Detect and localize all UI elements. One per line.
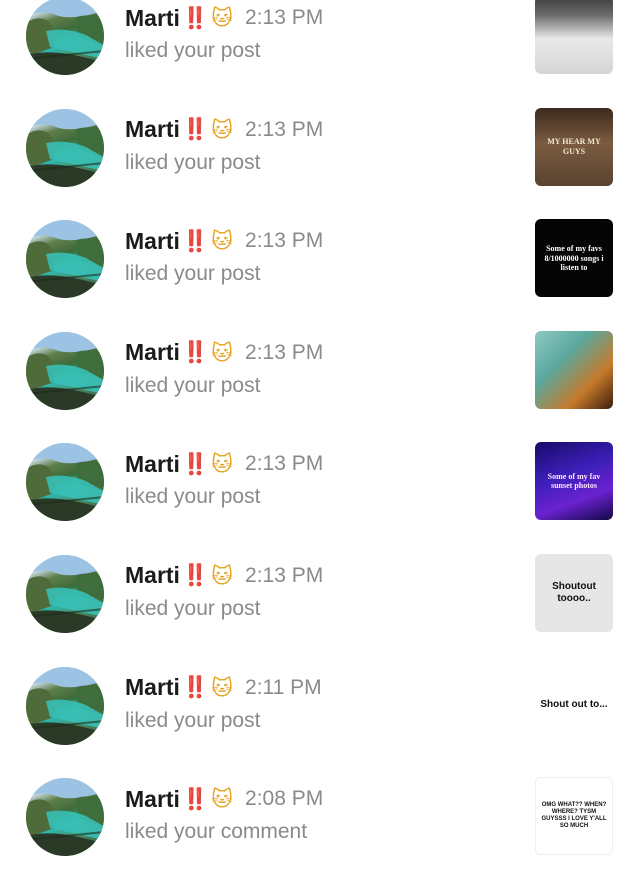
cat-emoji: 🐱: [211, 563, 234, 588]
timestamp: 2:13 PM: [245, 229, 324, 253]
username[interactable]: Marti: [125, 5, 180, 32]
username[interactable]: Marti: [125, 451, 180, 478]
thumbnail-caption: MY HEAR MY GUYS: [547, 137, 601, 156]
notification-list: Marti ‼️ 🐱 2:13 PM liked your post Marti…: [0, 0, 640, 873]
landscape-photo-icon: [26, 220, 104, 299]
landscape-photo-icon: [26, 443, 104, 522]
avatar[interactable]: [26, 666, 104, 745]
thumbnail-caption: Shoutout toooo..: [552, 581, 596, 604]
thumbnail-caption: Some of my favs 8/1000000 songs i listen…: [544, 244, 604, 272]
cat-emoji: 🐱: [211, 452, 234, 477]
cat-emoji: 🐱: [211, 675, 234, 700]
double-exclamation-emoji: ‼️: [181, 340, 208, 365]
timestamp: 2:13 PM: [245, 6, 324, 29]
username[interactable]: Marti: [125, 674, 180, 701]
cat-emoji: 🐱: [211, 6, 234, 30]
activity-text: liked your comment: [125, 820, 308, 844]
double-exclamation-emoji: ‼️: [181, 675, 208, 700]
landscape-photo-icon: [26, 331, 104, 410]
avatar[interactable]: [26, 443, 104, 522]
notification-row[interactable]: Marti ‼️ 🐱 2:13 PM liked your post Some …: [0, 426, 640, 538]
post-thumbnail[interactable]: [535, 0, 613, 74]
avatar[interactable]: [26, 0, 104, 75]
cat-emoji: 🐱: [211, 340, 234, 365]
activity-text: liked your post: [125, 39, 261, 62]
activity-text: liked your post: [125, 373, 261, 397]
thumbnail-caption: Shout out to...: [540, 698, 608, 710]
name-line: Marti ‼️ 🐱 2:13 PM: [125, 112, 323, 148]
name-line: Marti ‼️ 🐱 2:13 PM: [125, 223, 323, 259]
post-thumbnail[interactable]: Shoutout toooo..: [535, 553, 613, 632]
avatar[interactable]: [26, 220, 104, 299]
notification-row[interactable]: Marti ‼️ 🐱 2:13 PM liked your post Shout…: [0, 538, 640, 650]
notification-row[interactable]: Marti ‼️ 🐱 2:13 PM liked your post MY HE…: [0, 92, 640, 204]
name-line: Marti ‼️ 🐱 2:13 PM: [125, 0, 323, 36]
landscape-photo-icon: [26, 0, 104, 75]
activity-text: liked your post: [125, 485, 261, 509]
name-line: Marti ‼️ 🐱 2:13 PM: [125, 558, 323, 594]
timestamp: 2:08 PM: [245, 787, 324, 811]
activity-text: liked your post: [125, 262, 261, 286]
post-thumbnail[interactable]: Some of my fav sunset photos: [535, 442, 613, 521]
notification-row[interactable]: Marti ‼️ 🐱 2:13 PM liked your post: [0, 315, 640, 427]
landscape-photo-icon: [26, 554, 104, 633]
avatar[interactable]: [26, 331, 104, 410]
landscape-photo-icon: [26, 108, 104, 187]
avatar[interactable]: [26, 554, 104, 633]
avatar[interactable]: [26, 778, 104, 857]
name-line: Marti ‼️ 🐱 2:11 PM: [125, 670, 322, 706]
timestamp: 2:13 PM: [245, 340, 324, 364]
notification-row[interactable]: Marti ‼️ 🐱 2:11 PM liked your post Shout…: [0, 650, 640, 762]
double-exclamation-emoji: ‼️: [181, 563, 208, 588]
double-exclamation-emoji: ‼️: [181, 786, 208, 811]
notification-row[interactable]: Marti ‼️ 🐱 2:13 PM liked your post Some …: [0, 203, 640, 315]
timestamp: 2:11 PM: [245, 675, 322, 699]
activity-text: liked your post: [125, 150, 261, 174]
name-line: Marti ‼️ 🐱 2:13 PM: [125, 335, 323, 371]
double-exclamation-emoji: ‼️: [181, 451, 208, 476]
username[interactable]: Marti: [125, 228, 180, 255]
double-exclamation-emoji: ‼️: [181, 228, 208, 253]
username[interactable]: Marti: [125, 786, 180, 813]
name-line: Marti ‼️ 🐱 2:13 PM: [125, 446, 323, 482]
post-thumbnail[interactable]: OMG WHAT?? WHEN? WHERE? TYSM GUYSSS I LO…: [535, 777, 613, 856]
thumbnail-caption: Some of my fav sunset photos: [547, 472, 601, 491]
post-thumbnail[interactable]: MY HEAR MY GUYS: [535, 107, 613, 186]
username[interactable]: Marti: [125, 339, 180, 366]
activity-text: liked your post: [125, 708, 261, 732]
notification-row[interactable]: Marti ‼️ 🐱 2:08 PM liked your comment OM…: [0, 761, 640, 873]
timestamp: 2:13 PM: [245, 452, 324, 476]
timestamp: 2:13 PM: [245, 117, 324, 141]
name-line: Marti ‼️ 🐱 2:08 PM: [125, 781, 323, 817]
post-thumbnail[interactable]: Shout out to...: [535, 665, 613, 744]
double-exclamation-emoji: ‼️: [181, 117, 208, 142]
cat-emoji: 🐱: [211, 229, 234, 254]
username[interactable]: Marti: [125, 116, 180, 143]
cat-emoji: 🐱: [211, 787, 234, 812]
double-exclamation-emoji: ‼️: [181, 5, 208, 30]
activity-text: liked your post: [125, 596, 261, 620]
cat-emoji: 🐱: [211, 117, 234, 142]
timestamp: 2:13 PM: [245, 563, 324, 587]
landscape-photo-icon: [26, 666, 104, 745]
thumbnail-caption: OMG WHAT?? WHEN? WHERE? TYSM GUYSSS I LO…: [541, 802, 607, 830]
notification-row[interactable]: Marti ‼️ 🐱 2:13 PM liked your post: [0, 0, 640, 92]
post-thumbnail[interactable]: Some of my favs 8/1000000 songs i listen…: [535, 219, 613, 298]
avatar[interactable]: [26, 108, 104, 187]
landscape-photo-icon: [26, 778, 104, 857]
username[interactable]: Marti: [125, 562, 180, 589]
post-thumbnail[interactable]: [535, 330, 613, 409]
